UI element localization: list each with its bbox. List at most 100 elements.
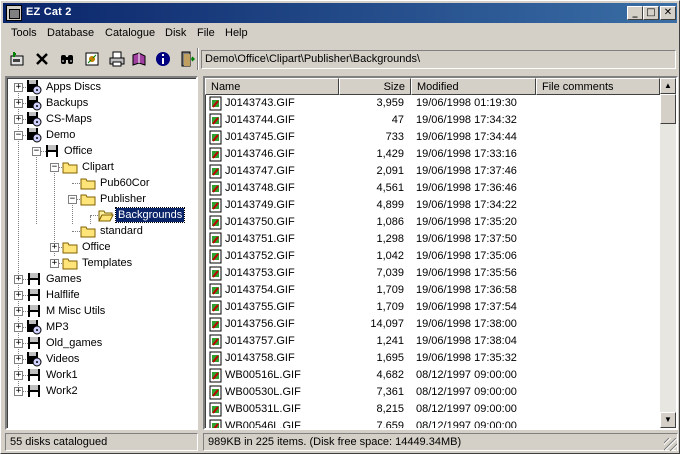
new-catalogue-button[interactable] (5, 47, 29, 70)
maximize-button[interactable]: □ (643, 6, 659, 20)
resize-grip[interactable] (664, 438, 677, 451)
file-row[interactable]: WB00546L.GIF 7,659 08/12/1997 09:00:00 (205, 418, 659, 430)
tree-node[interactable]: + Videos (7, 351, 196, 367)
tree-node[interactable]: standard (7, 223, 196, 239)
scroll-up-button[interactable]: ▲ (660, 78, 676, 94)
menu-disk[interactable]: Disk (165, 27, 186, 39)
column-header-modified[interactable]: Modified (411, 78, 536, 95)
book-button[interactable] (127, 47, 151, 70)
floppy-disk-icon (28, 385, 40, 397)
column-header-name[interactable]: Name (205, 78, 339, 95)
file-row[interactable]: WB00531L.GIF 8,215 08/12/1997 09:00:00 (205, 401, 659, 418)
expand-toggle[interactable]: + (14, 291, 23, 300)
file-row[interactable]: J0143750.GIF 1,086 19/06/1998 17:35:20 (205, 214, 659, 231)
file-row[interactable]: J0143744.GIF 47 19/06/1998 17:34:32 (205, 112, 659, 129)
print-button[interactable] (105, 47, 129, 70)
tree-node[interactable]: − Clipart (7, 159, 196, 175)
file-row[interactable]: J0143758.GIF 1,695 19/06/1998 17:35:32 (205, 350, 659, 367)
floppy-disk-icon (28, 305, 40, 317)
file-modified: 19/06/1998 17:38:04 (416, 335, 517, 347)
tree-node[interactable]: + Work2 (7, 383, 196, 399)
file-size: 3,959 (376, 97, 404, 109)
tree-node[interactable]: + Office (7, 239, 196, 255)
file-modified: 19/06/1998 17:35:32 (416, 352, 517, 364)
expand-toggle[interactable]: + (50, 259, 59, 268)
gif-file-icon (209, 317, 222, 332)
file-row[interactable]: J0143745.GIF 733 19/06/1998 17:34:44 (205, 129, 659, 146)
minimize-button[interactable]: _ (627, 6, 643, 20)
tree-node[interactable]: + Apps Discs (7, 79, 196, 95)
file-row[interactable]: J0143749.GIF 4,899 19/06/1998 17:34:22 (205, 197, 659, 214)
delete-button[interactable] (30, 47, 54, 70)
properties-button[interactable] (80, 47, 104, 70)
collapse-toggle[interactable]: − (68, 195, 77, 204)
expand-toggle[interactable]: + (14, 83, 23, 92)
file-row[interactable]: J0143743.GIF 3,959 19/06/1998 01:19:30 (205, 95, 659, 112)
expand-toggle[interactable]: + (14, 371, 23, 380)
file-row[interactable]: J0143748.GIF 4,561 19/06/1998 17:36:46 (205, 180, 659, 197)
path-field[interactable]: Demo\Office\Clipart\Publisher\Background… (201, 50, 676, 69)
info-button[interactable] (151, 47, 175, 70)
tree-node[interactable]: Backgrounds (7, 207, 196, 223)
tree-node[interactable]: + M Misc Utils (7, 303, 196, 319)
file-row[interactable]: J0143747.GIF 2,091 19/06/1998 17:37:46 (205, 163, 659, 180)
tree-node[interactable]: + Old_games (7, 335, 196, 351)
tree-node-label: Pub60Cor (100, 177, 150, 189)
exit-button[interactable] (175, 47, 199, 70)
expand-toggle[interactable]: + (14, 355, 23, 364)
vertical-scrollbar[interactable]: ▲ ▼ (660, 78, 676, 428)
expand-toggle[interactable]: + (14, 323, 23, 332)
file-row[interactable]: J0143751.GIF 1,298 19/06/1998 17:37:50 (205, 231, 659, 248)
menu-tools[interactable]: Tools (11, 27, 37, 39)
file-list[interactable]: Name Size Modified File comments J014374… (203, 76, 678, 430)
gif-file-icon (209, 96, 222, 111)
title-bar[interactable]: EZ Cat 2 _ □ ✕ (3, 3, 677, 23)
tree-node[interactable]: + Work1 (7, 367, 196, 383)
tree-node[interactable]: − Publisher (7, 191, 196, 207)
tree-node[interactable]: + MP3 (7, 319, 196, 335)
expand-toggle[interactable]: + (14, 99, 23, 108)
column-header-size[interactable]: Size (339, 78, 411, 95)
app-icon[interactable] (6, 5, 22, 21)
tree-node[interactable]: − Demo (7, 127, 196, 143)
file-row[interactable]: J0143754.GIF 1,709 19/06/1998 17:36:58 (205, 282, 659, 299)
tree-node-label: M Misc Utils (46, 305, 106, 317)
file-row[interactable]: J0143756.GIF 14,097 19/06/1998 17:38:00 (205, 316, 659, 333)
gif-file-icon (209, 113, 222, 128)
file-row[interactable]: J0143753.GIF 7,039 19/06/1998 17:35:56 (205, 265, 659, 282)
tree-node[interactable]: Pub60Cor (7, 175, 196, 191)
collapse-toggle[interactable]: − (14, 131, 23, 140)
scroll-down-button[interactable]: ▼ (660, 412, 676, 428)
disk-tree[interactable]: + Apps Discs + Backups + CS-Maps − Demo − Office −… (5, 76, 198, 430)
file-row[interactable]: WB00516L.GIF 4,682 08/12/1997 09:00:00 (205, 367, 659, 384)
tree-node[interactable]: + Games (7, 271, 196, 287)
tree-node[interactable]: + Backups (7, 95, 196, 111)
close-button[interactable]: ✕ (660, 6, 676, 20)
tree-node[interactable]: + CS-Maps (7, 111, 196, 127)
menu-file[interactable]: File (197, 27, 215, 39)
expand-toggle[interactable]: + (14, 387, 23, 396)
find-button[interactable] (55, 47, 79, 70)
expand-toggle[interactable]: + (50, 243, 59, 252)
expand-toggle[interactable]: + (14, 115, 23, 124)
file-name: WB00546L.GIF (225, 420, 301, 430)
menu-database[interactable]: Database (47, 27, 94, 39)
file-row[interactable]: J0143755.GIF 1,709 19/06/1998 17:37:54 (205, 299, 659, 316)
menu-catalogue[interactable]: Catalogue (105, 27, 155, 39)
file-row[interactable]: WB00530L.GIF 7,361 08/12/1997 09:00:00 (205, 384, 659, 401)
file-row[interactable]: J0143757.GIF 1,241 19/06/1998 17:38:04 (205, 333, 659, 350)
tree-node-label: Apps Discs (46, 81, 102, 93)
menu-help[interactable]: Help (225, 27, 248, 39)
column-header-file-comments[interactable]: File comments (536, 78, 660, 95)
expand-toggle[interactable]: + (14, 275, 23, 284)
file-row[interactable]: J0143746.GIF 1,429 19/06/1998 17:33:16 (205, 146, 659, 163)
collapse-toggle[interactable]: − (50, 163, 59, 172)
expand-toggle[interactable]: + (14, 339, 23, 348)
tree-node[interactable]: + Templates (7, 255, 196, 271)
tree-node[interactable]: − Office (7, 143, 196, 159)
expand-toggle[interactable]: + (14, 307, 23, 316)
collapse-toggle[interactable]: − (32, 147, 41, 156)
file-row[interactable]: J0143752.GIF 1,042 19/06/1998 17:35:06 (205, 248, 659, 265)
tree-node[interactable]: + Halflife (7, 287, 196, 303)
scroll-thumb[interactable] (660, 94, 676, 124)
